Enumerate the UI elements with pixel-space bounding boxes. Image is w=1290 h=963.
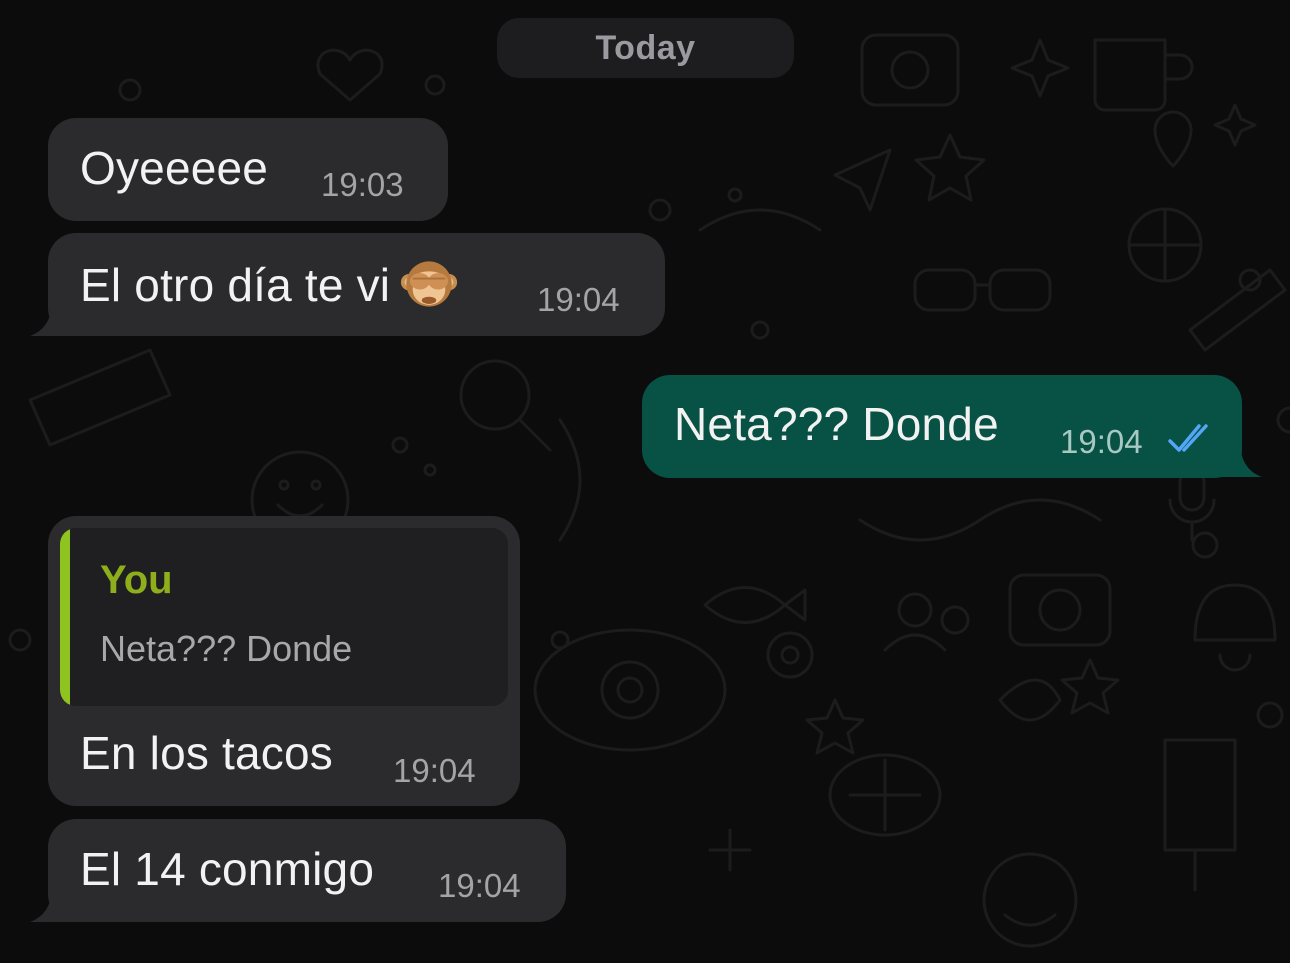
message-text-content: El otro día te vi (80, 259, 391, 311)
message-text: El 14 conmigo (80, 843, 375, 895)
bubble-tail (1212, 441, 1262, 477)
quoted-author: You (100, 558, 173, 602)
message-text: Neta??? Donde (674, 398, 999, 450)
message-bubble-incoming[interactable]: El otro día te vi 19:04 (48, 233, 665, 336)
see-no-evil-monkey-emoji (401, 261, 458, 307)
message-bubble-outgoing[interactable]: Neta??? Donde 19:04 (642, 375, 1242, 478)
date-separator: Today (497, 18, 794, 78)
quoted-message[interactable]: You Neta??? Donde (60, 528, 508, 706)
chat-area[interactable]: Today Oyeeeee 19:03 El otro día te vi 19… (0, 0, 1290, 963)
message-time: 19:04 (438, 867, 521, 904)
message-text: En los tacos (80, 727, 333, 779)
message-time: 19:04 (393, 752, 476, 789)
double-check-icon (1168, 424, 1208, 452)
quoted-text: Neta??? Donde (100, 628, 353, 669)
bubble-tail (30, 300, 80, 336)
message-time: 19:04 (537, 281, 620, 318)
bubble-tail (30, 886, 80, 922)
quote-accent-bar (60, 528, 70, 706)
message-bubble-incoming[interactable]: El 14 conmigo 19:04 (48, 819, 566, 922)
message-text: El otro día te vi (80, 255, 458, 313)
message-time: 19:04 (1060, 423, 1143, 460)
message-time: 19:03 (321, 166, 404, 203)
message-bubble-incoming[interactable]: Oyeeeee 19:03 (48, 118, 448, 221)
message-text: Oyeeeee (80, 142, 269, 194)
message-bubble-reply[interactable]: You Neta??? Donde En los tacos 19:04 (48, 516, 520, 806)
